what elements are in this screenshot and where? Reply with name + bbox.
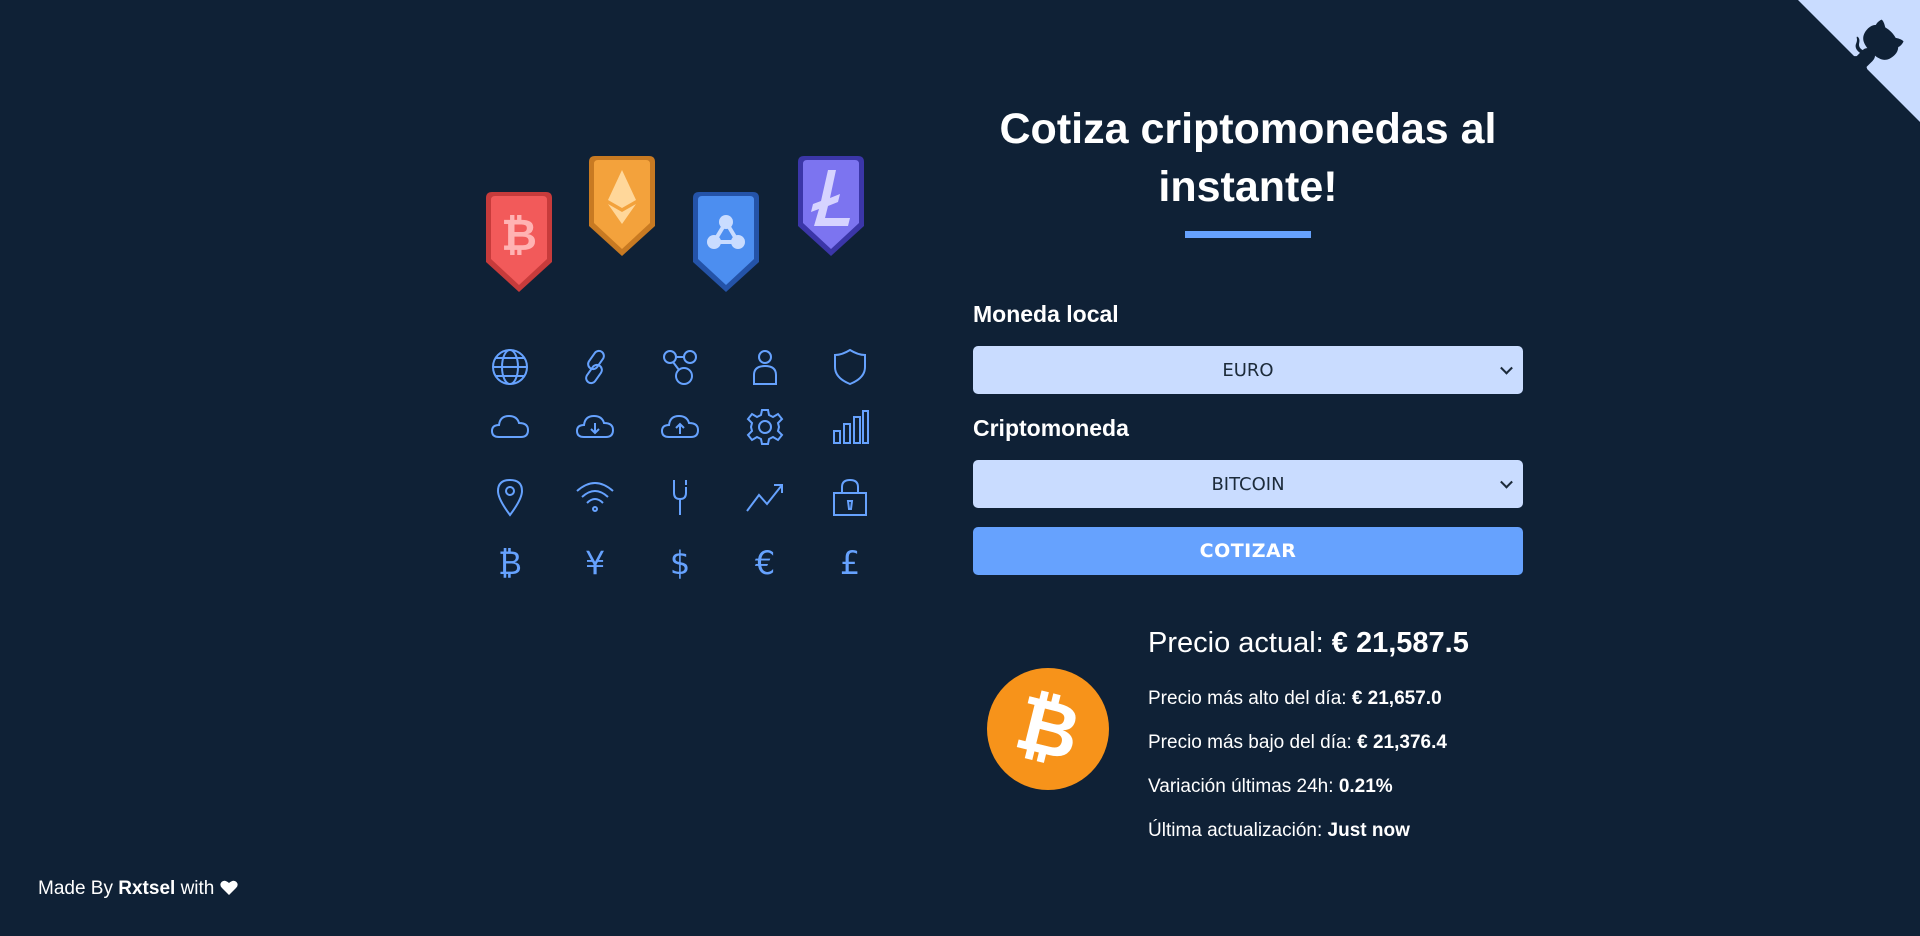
page-title-line1: Cotiza criptomonedas al	[999, 105, 1497, 153]
svg-text:£: £	[840, 544, 860, 582]
title-underline	[1185, 231, 1311, 238]
ethereum-badge-icon	[589, 156, 655, 256]
crypto-select[interactable]: BITCOIN	[973, 460, 1523, 508]
bar-chart-icon	[828, 405, 872, 449]
change-24h-label: Variación últimas 24h:	[1148, 776, 1334, 797]
shield-icon	[828, 345, 872, 389]
cloud-icon	[488, 405, 532, 449]
quote-form-panel: Cotiza criptomonedas al instante! Moneda…	[973, 100, 1523, 575]
trend-up-icon	[743, 475, 787, 519]
last-updated-value: Just now	[1327, 820, 1410, 841]
last-updated: Última actualización: Just now	[1148, 809, 1469, 853]
result-details: Precio actual: € 21,587.5 Precio más alt…	[1148, 618, 1469, 853]
bitcoin-badge-icon: ₿	[486, 192, 552, 292]
crypto-label: Criptomoneda	[973, 415, 1129, 441]
svg-text:₿: ₿	[498, 544, 522, 582]
bitcoin-logo-icon: ₿	[987, 668, 1109, 790]
gear-icon	[743, 405, 787, 449]
low-price: Precio más bajo del día: € 21,376.4	[1148, 721, 1469, 765]
page-title: Cotiza criptomonedas al instante!	[973, 100, 1523, 216]
yen-icon: ¥	[573, 540, 617, 584]
crypto-illustration: ₿ ₿ ¥ $ € £	[470, 140, 890, 600]
globe-icon	[488, 345, 532, 389]
bitcoin-icon: ₿	[488, 540, 532, 584]
crypto-select-value: BITCOIN	[1211, 473, 1285, 495]
current-price: Precio actual: € 21,587.5	[1148, 618, 1469, 668]
change-24h-value: 0.21%	[1338, 776, 1393, 797]
network-icon	[658, 345, 702, 389]
cloud-upload-icon	[658, 405, 702, 449]
dollar-icon: $	[658, 540, 702, 584]
currency-label: Moneda local	[973, 301, 1119, 327]
fork-icon	[658, 475, 702, 519]
change-24h: Variación últimas 24h: 0.21%	[1148, 765, 1469, 809]
github-corner-icon[interactable]	[1798, 0, 1920, 122]
chevron-down-icon	[1500, 361, 1513, 375]
cotizar-button[interactable]: COTIZAR	[973, 527, 1523, 575]
user-icon	[743, 345, 787, 389]
svg-text:$: $	[670, 544, 690, 582]
svg-text:₿: ₿	[501, 210, 537, 261]
low-price-value: € 21,376.4	[1357, 732, 1447, 753]
lock-icon	[828, 475, 872, 519]
svg-text:¥: ¥	[585, 544, 605, 582]
chevron-down-icon	[1500, 475, 1513, 489]
low-price-label: Precio más bajo del día:	[1148, 732, 1352, 753]
link-icon	[573, 345, 617, 389]
euro-icon: €	[743, 540, 787, 584]
last-updated-label: Última actualización:	[1148, 820, 1323, 841]
cloud-download-icon	[573, 405, 617, 449]
footer: Made By Rxtsel with	[38, 874, 239, 904]
footer-suffix: with	[180, 878, 215, 899]
page: ₿ ₿ ¥ $ € £ Cotiza criptomonedas al inst…	[0, 0, 1920, 936]
svg-text:€: €	[755, 544, 775, 582]
current-price-value: € 21,587.5	[1331, 627, 1469, 659]
current-price-label: Precio actual:	[1148, 627, 1324, 659]
footer-prefix: Made By	[38, 878, 113, 899]
pound-icon: £	[828, 540, 872, 584]
litecoin-badge-icon	[798, 156, 864, 256]
ripple-badge-icon	[693, 192, 759, 292]
map-pin-icon	[488, 475, 532, 519]
high-price-label: Precio más alto del día:	[1148, 688, 1347, 709]
author-link[interactable]: Rxtsel	[118, 878, 175, 899]
high-price-value: € 21,657.0	[1351, 688, 1442, 709]
heart-icon	[220, 880, 239, 895]
quote-result: ₿ Precio actual: € 21,587.5 Precio más a…	[987, 618, 1587, 858]
page-title-line2: instante!	[1158, 163, 1338, 211]
wifi-icon	[573, 475, 617, 519]
currency-select-value: EURO	[1222, 359, 1274, 381]
high-price: Precio más alto del día: € 21,657.0	[1148, 677, 1469, 721]
currency-select[interactable]: EURO	[973, 346, 1523, 394]
